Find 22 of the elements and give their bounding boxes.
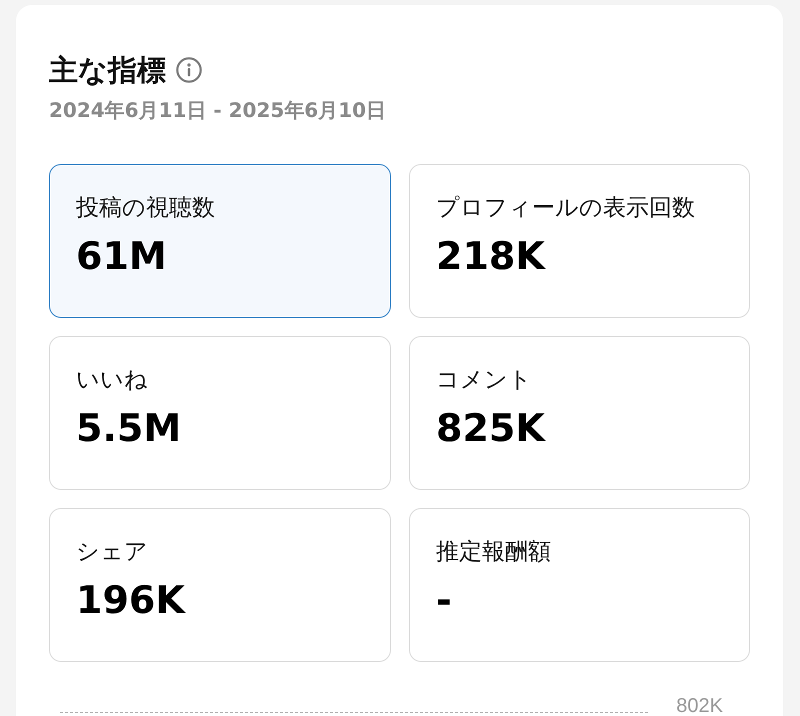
axis-tick-label: 802K [676,695,723,716]
date-range: 2024年6月11日 - 2025年6月10日 [49,97,388,124]
metric-tile[interactable]: 推定報酬額 - [409,508,750,662]
metric-value: - [436,577,452,623]
section-title: 主な指標 [49,52,166,88]
metric-tile[interactable]: 投稿の視聴数 61M [49,164,391,318]
metric-label: コメント [436,366,532,395]
metric-value: 196K [76,577,185,623]
info-icon[interactable] [176,57,202,83]
metric-value: 218K [436,233,545,279]
metric-tile[interactable]: いいね 5.5M [49,336,391,490]
metric-label: シェア [76,538,148,567]
metric-value: 5.5M [76,405,182,451]
metric-tile[interactable]: プロフィールの表示回数 218K [409,164,750,318]
metric-label: いいね [76,366,148,395]
metric-value: 825K [436,405,545,451]
metric-tile[interactable]: コメント 825K [409,336,750,490]
metric-tile[interactable]: シェア 196K [49,508,391,662]
metric-label: プロフィールの表示回数 [436,194,695,223]
metric-value: 61M [76,233,167,279]
metric-label: 推定報酬額 [436,538,551,567]
metric-label: 投稿の視聴数 [76,194,215,223]
